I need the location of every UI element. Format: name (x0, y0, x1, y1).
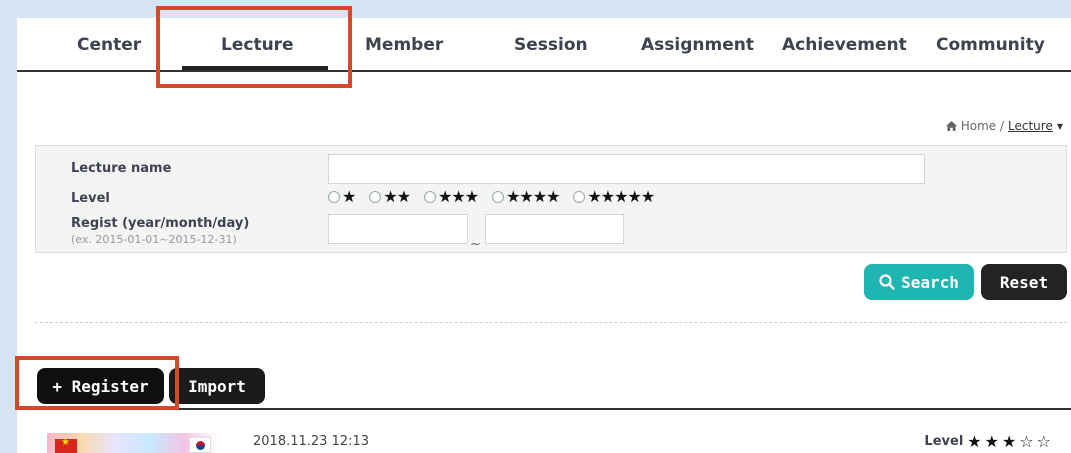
radio-button[interactable] (492, 191, 505, 203)
radio-button[interactable] (328, 191, 340, 203)
lecture-date: 2018.11.23 12:13 (253, 434, 370, 449)
highlight-lecture-tab (156, 6, 352, 88)
level-stars: ★★ (383, 187, 411, 206)
level-option-2[interactable]: ★★ (369, 187, 411, 206)
regist-date-hint: (ex. 2015-01-01~2015-12-31) (71, 233, 237, 246)
search-button-label: Search (901, 272, 959, 292)
import-button[interactable]: Import (169, 368, 265, 404)
regist-date-label: Regist (year/month/day) (71, 216, 250, 231)
radio-button[interactable] (424, 191, 437, 203)
nav-item-achievement[interactable]: Achievement (782, 35, 907, 55)
search-icon (879, 274, 895, 290)
radio-button[interactable] (573, 191, 586, 203)
level-stars: ★★★ (438, 187, 479, 206)
level-stars: ★ (342, 187, 356, 206)
lecture-level-label: Level (924, 434, 964, 449)
breadcrumb-home[interactable]: Home / (961, 119, 1004, 133)
level-option-4[interactable]: ★★★★ (492, 187, 560, 206)
date-to-input[interactable] (485, 214, 624, 244)
section-divider (35, 322, 1067, 323)
vietnam-flag-icon (55, 437, 77, 453)
breadcrumb: Home / Lecture ▼ (945, 119, 1063, 133)
nav-item-member[interactable]: Member (365, 35, 443, 55)
level-option-5[interactable]: ★★★★★ (573, 187, 655, 206)
level-option-1[interactable]: ★ (328, 187, 356, 206)
level-label: Level (71, 191, 110, 206)
caret-down-icon[interactable]: ▼ (1057, 122, 1063, 131)
home-icon[interactable] (945, 121, 957, 131)
nav-item-community[interactable]: Community (936, 35, 1045, 55)
lecture-level: Level ★★★☆☆ (924, 432, 1054, 451)
korea-flag-icon (189, 437, 211, 453)
level-stars: ★★★★★ (587, 187, 655, 206)
search-button[interactable]: Search (864, 264, 974, 300)
date-from-input[interactable] (328, 214, 468, 244)
lecture-level-stars: ★★★☆☆ (967, 432, 1054, 451)
breadcrumb-current[interactable]: Lecture (1008, 119, 1053, 133)
search-form: Lecture name Level ★ ★★ ★★★ ★★★★ ★★★★★ R… (35, 145, 1067, 253)
level-stars: ★★★★ (506, 187, 560, 206)
reset-button[interactable]: Reset (981, 264, 1067, 300)
date-separator: ~ (470, 237, 481, 252)
nav-item-center[interactable]: Center (77, 35, 141, 55)
level-radio-group: ★ ★★ ★★★ ★★★★ ★★★★★ (328, 187, 655, 206)
highlight-register-button (15, 356, 179, 410)
nav-item-assignment[interactable]: Assignment (641, 35, 754, 55)
lecture-name-label: Lecture name (71, 161, 172, 176)
radio-button[interactable] (369, 191, 382, 203)
lecture-name-input[interactable] (328, 154, 925, 184)
lecture-thumbnail[interactable] (47, 433, 218, 453)
level-option-3[interactable]: ★★★ (424, 187, 479, 206)
nav-item-session[interactable]: Session (514, 35, 588, 55)
